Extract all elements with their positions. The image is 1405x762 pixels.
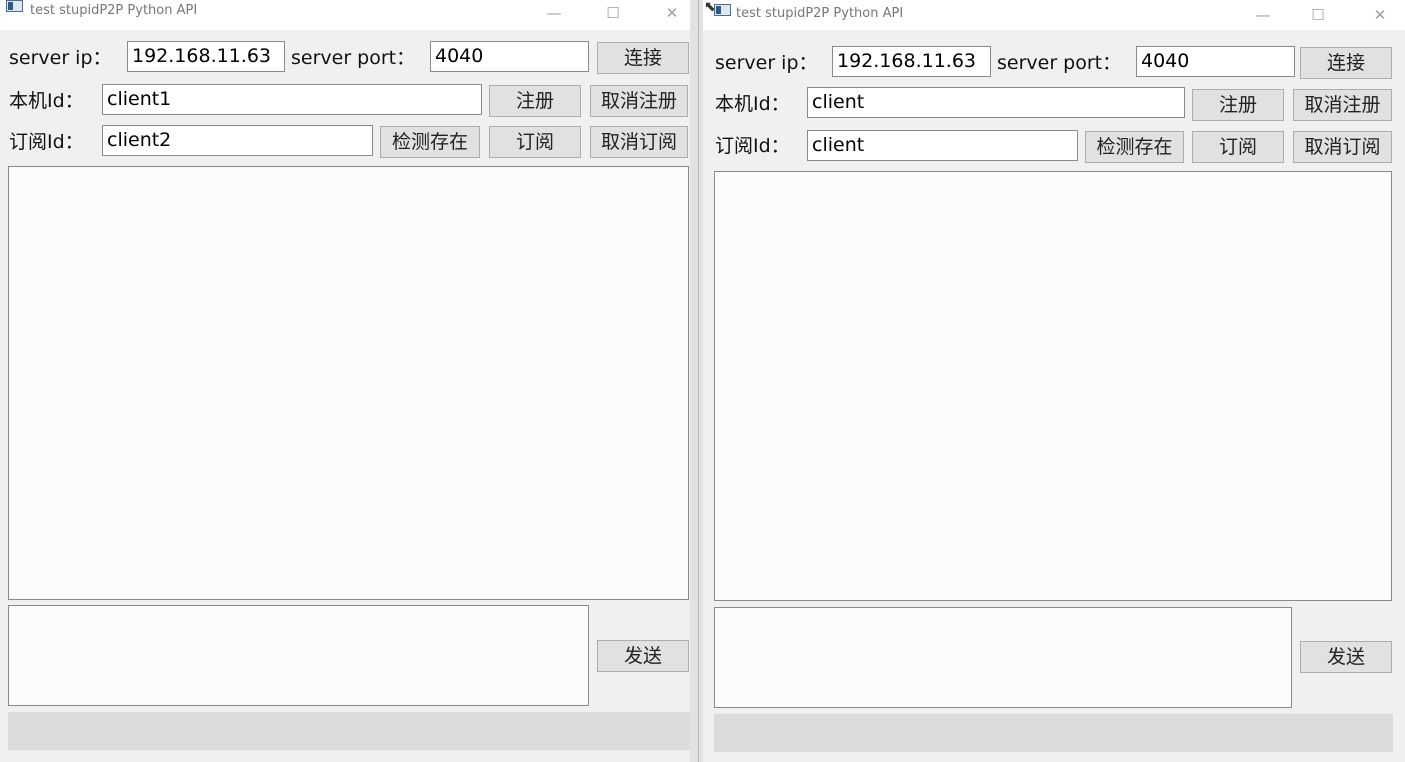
unregister-button[interactable]: 取消注册: [590, 85, 688, 117]
check-exists-button[interactable]: 检测存在: [1085, 131, 1184, 163]
status-bar: [8, 712, 690, 750]
window-title: test stupidP2P Python API: [736, 6, 904, 21]
message-input-area[interactable]: [8, 605, 589, 706]
server-ip-label: server ip：: [9, 47, 112, 69]
local-id-label: 本机Id：: [9, 90, 84, 112]
app-icon: [714, 4, 731, 16]
maximize-icon[interactable]: ☐: [1298, 2, 1338, 28]
minimize-icon[interactable]: —: [534, 0, 574, 26]
close-icon[interactable]: ✕: [652, 0, 690, 26]
unsubscribe-button[interactable]: 取消订阅: [1293, 131, 1392, 163]
send-button[interactable]: 发送: [1300, 641, 1392, 673]
title-bar[interactable]: test stupidP2P Python API — ☐ ✕: [0, 0, 690, 30]
local-id-label: 本机Id：: [715, 93, 790, 115]
minimize-icon[interactable]: —: [1243, 2, 1283, 28]
local-id-input[interactable]: client: [807, 87, 1185, 118]
server-port-input[interactable]: 4040: [1136, 46, 1295, 77]
connect-button[interactable]: 连接: [597, 42, 689, 74]
app-window-left: test stupidP2P Python API — ☐ ✕ server i…: [0, 0, 690, 762]
unregister-button[interactable]: 取消注册: [1293, 89, 1392, 121]
server-port-input[interactable]: 4040: [430, 41, 589, 72]
connect-button[interactable]: 连接: [1300, 47, 1392, 79]
server-ip-input[interactable]: 192.168.11.63: [832, 46, 991, 77]
message-input-area[interactable]: [714, 607, 1292, 708]
title-bar[interactable]: test stupidP2P Python API — ☐ ✕: [703, 0, 1405, 30]
app-window-right: test stupidP2P Python API — ☐ ✕ server i…: [703, 0, 1405, 762]
server-port-label: server port：: [997, 52, 1122, 74]
server-port-label: server port：: [291, 47, 416, 69]
message-log-area[interactable]: [8, 166, 689, 600]
subscribe-button[interactable]: 订阅: [1192, 131, 1284, 163]
message-log-area[interactable]: [714, 171, 1392, 601]
server-ip-label: server ip：: [715, 52, 818, 74]
window-divider: [690, 0, 703, 762]
mouse-pointer-icon: ⬉: [704, 0, 716, 15]
close-icon[interactable]: ✕: [1360, 2, 1400, 28]
local-id-input[interactable]: client1: [102, 84, 482, 115]
server-ip-input[interactable]: 192.168.11.63: [127, 41, 285, 72]
window-title: test stupidP2P Python API: [30, 3, 198, 18]
app-icon: [6, 0, 23, 12]
subscribe-id-label: 订阅Id：: [9, 131, 84, 153]
subscribe-id-label: 订阅Id：: [715, 135, 790, 157]
register-button[interactable]: 注册: [489, 85, 581, 117]
status-bar: [714, 714, 1393, 752]
maximize-icon[interactable]: ☐: [593, 0, 633, 26]
unsubscribe-button[interactable]: 取消订阅: [590, 126, 688, 158]
check-exists-button[interactable]: 检测存在: [380, 126, 480, 158]
subscribe-id-input[interactable]: client: [807, 130, 1078, 161]
subscribe-id-input[interactable]: client2: [102, 125, 373, 156]
register-button[interactable]: 注册: [1192, 89, 1284, 121]
send-button[interactable]: 发送: [597, 640, 689, 672]
subscribe-button[interactable]: 订阅: [489, 126, 581, 158]
